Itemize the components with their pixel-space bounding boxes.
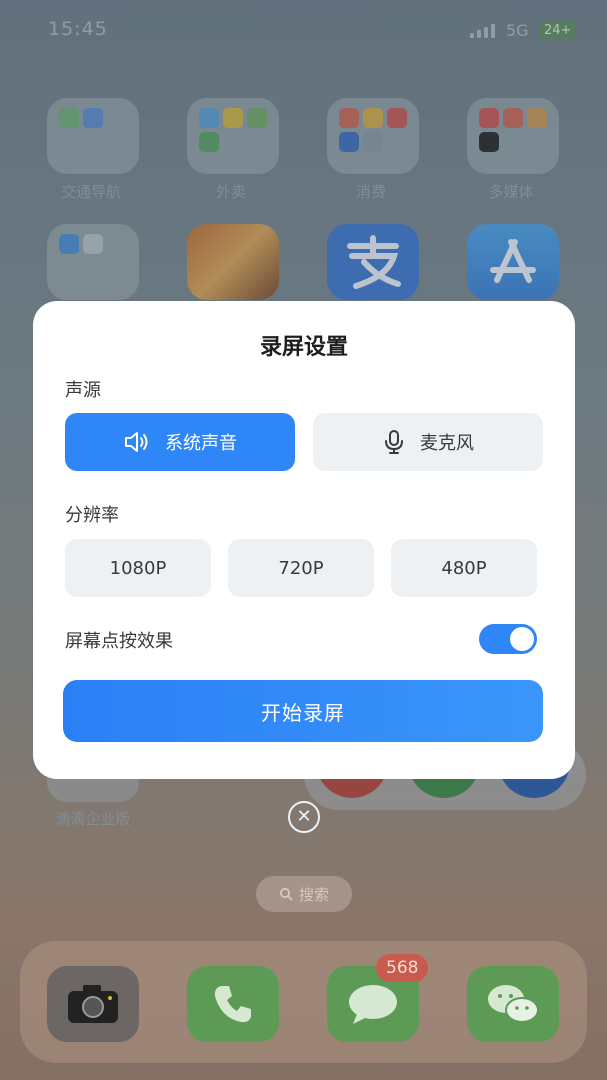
resolution-1080p[interactable]: 1080P: [65, 539, 211, 597]
microphone-option[interactable]: 麦克风: [313, 413, 543, 471]
microphone-icon: [385, 430, 403, 454]
search-pill[interactable]: 搜索: [256, 876, 352, 912]
wechat-app-icon[interactable]: [467, 966, 559, 1042]
camera-icon: [68, 985, 118, 1023]
screen-record-dialog: 录屏设置 声源 系统声音 麦克风 分辨率 1080P 720P 480P 屏幕点…: [33, 301, 575, 779]
start-recording-button[interactable]: 开始录屏: [63, 680, 543, 742]
messages-badge: 568: [376, 954, 429, 982]
camera-app-icon[interactable]: [47, 966, 139, 1042]
touch-effect-label: 屏幕点按效果: [65, 631, 173, 652]
speaker-icon: [125, 432, 148, 452]
search-label: 搜索: [298, 885, 329, 904]
resolution-480p[interactable]: 480P: [391, 539, 537, 597]
wechat-icon: [488, 985, 539, 1023]
message-bubble-icon: [349, 985, 397, 1024]
toggle-knob: [510, 627, 534, 651]
sound-source-label: 声源: [65, 380, 101, 401]
dialog-title: 录屏设置: [259, 335, 348, 360]
close-icon[interactable]: ✕: [288, 801, 320, 833]
system-sound-option[interactable]: 系统声音: [65, 413, 295, 471]
phone-app-icon[interactable]: [187, 966, 279, 1042]
resolution-720p[interactable]: 720P: [228, 539, 374, 597]
phone-icon: [214, 986, 251, 1023]
resolution-label: 分辨率: [65, 505, 119, 526]
microphone-label: 麦克风: [420, 433, 474, 454]
system-sound-label: 系统声音: [165, 433, 237, 454]
touch-effect-toggle[interactable]: [479, 624, 537, 654]
search-icon: [279, 887, 293, 901]
